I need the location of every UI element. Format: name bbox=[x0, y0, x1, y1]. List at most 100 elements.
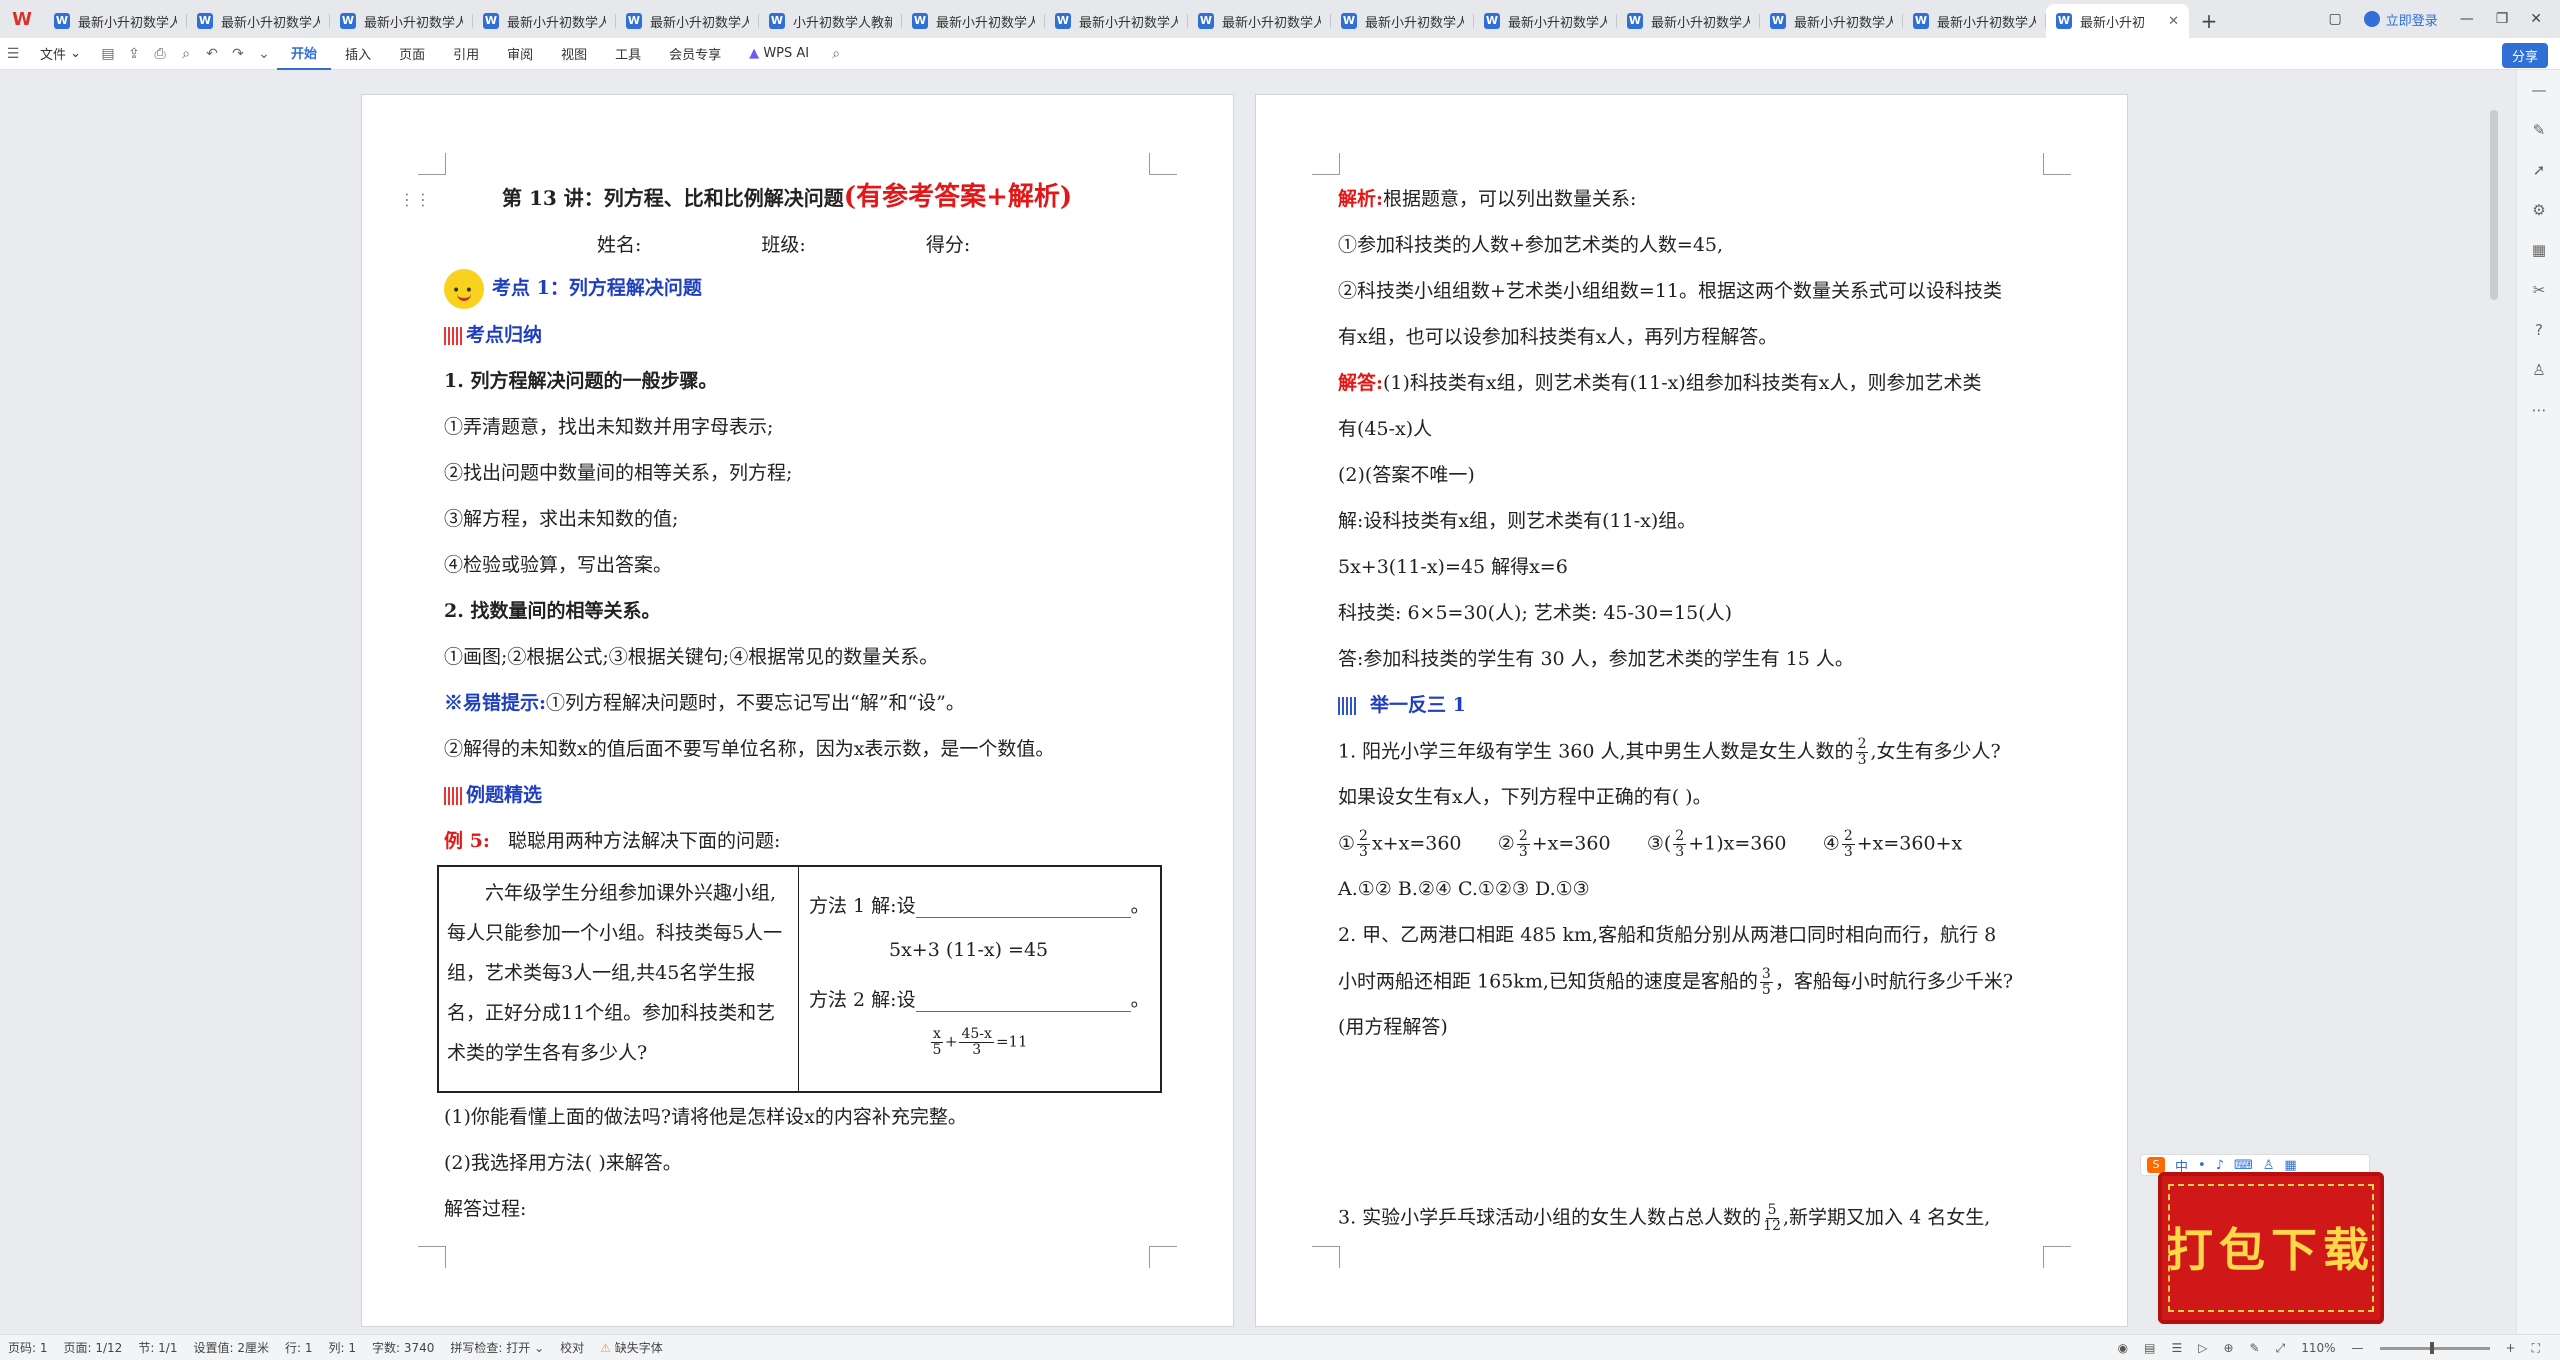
document-page-2[interactable]: 解析:根据题意，可以列出数量关系: ①参加科技类的人数+参加艺术类的人数=45,… bbox=[1255, 94, 2128, 1327]
drag-handle-icon[interactable]: ⋮⋮ bbox=[399, 190, 431, 209]
doc-tab[interactable]: W 最新小升初数学人... bbox=[1331, 4, 1474, 38]
fraction: 45-x 3 bbox=[959, 1026, 994, 1058]
fraction: 23 bbox=[1516, 828, 1530, 860]
collapse-icon[interactable]: — bbox=[2517, 70, 2560, 110]
spell-label: 拼写检查: 打开 bbox=[450, 1341, 531, 1355]
download-banner[interactable]: 打包下载 bbox=[2158, 1172, 2384, 1324]
answer-blank[interactable] bbox=[915, 900, 1131, 918]
status-section[interactable]: 节: 1/1 bbox=[130, 1339, 185, 1356]
login-button[interactable]: 立即登录 bbox=[2363, 10, 2438, 29]
edit-icon[interactable]: ✎ bbox=[2250, 1341, 2260, 1355]
layout-icon[interactable]: ▦ bbox=[2517, 230, 2560, 270]
doc-tab[interactable]: W 小升初数学人教新... bbox=[759, 4, 902, 38]
doc-tab[interactable]: W 最新小升初数学人... bbox=[1045, 4, 1188, 38]
print-icon[interactable]: ⎙ bbox=[147, 46, 173, 62]
minimize-icon[interactable]: — bbox=[2460, 11, 2474, 27]
redo-icon[interactable]: ↷ bbox=[225, 46, 251, 62]
outline-icon[interactable]: ☰ bbox=[2171, 1341, 2182, 1355]
close-icon[interactable]: ✕ bbox=[2168, 14, 2179, 29]
doc-tab-active[interactable]: W 最新小升初 ✕ bbox=[2046, 4, 2189, 38]
tab-view[interactable]: 视图 bbox=[547, 38, 601, 70]
document-page-1[interactable]: 第 13 讲：列方程、比和比例解决问题(有参考答案+解析) 姓名: 班级: 得分: … bbox=[361, 94, 1234, 1327]
download-banner-text: 打包下载 bbox=[2167, 1223, 2375, 1277]
doc-tab[interactable]: W 最新小升初数学人... bbox=[187, 4, 330, 38]
preview-icon[interactable]: ⌕ bbox=[173, 46, 199, 62]
view-controls: ◉ ▤ ☰ ▷ ⊕ ✎ ⤢ 110% — + ⛶ bbox=[2118, 1335, 2540, 1360]
status-page[interactable]: 页码: 1 bbox=[0, 1339, 56, 1356]
spell-check[interactable]: 拼写检查: 打开 ⌄ bbox=[442, 1339, 552, 1356]
status-row[interactable]: 行: 1 bbox=[277, 1339, 321, 1356]
tab-tools[interactable]: 工具 bbox=[601, 38, 655, 70]
margin-corner bbox=[1312, 1246, 1340, 1268]
web-icon[interactable]: ⊕ bbox=[2223, 1341, 2233, 1355]
pen-icon[interactable]: ✎ bbox=[2517, 110, 2560, 150]
wps-logo-icon[interactable]: W bbox=[0, 0, 44, 38]
export-icon[interactable]: ⇪ bbox=[121, 46, 147, 62]
search-icon[interactable]: ⌕ bbox=[823, 46, 849, 62]
jieda-text: (1)科技类有x组，则艺术类有(11-x)组参加科技类有x人，则参加艺术类 bbox=[1383, 372, 1982, 394]
doc-tab[interactable]: W 最新小升初数学人... bbox=[1903, 4, 2046, 38]
missing-font[interactable]: ⚠ 缺失字体 bbox=[592, 1339, 671, 1356]
doc-tab[interactable]: W 最新小升初数学人... bbox=[1474, 4, 1617, 38]
tab-reference[interactable]: 引用 bbox=[439, 38, 493, 70]
shirt-icon[interactable]: ♙ bbox=[2517, 350, 2560, 390]
undo-icon[interactable]: ↶ bbox=[199, 46, 225, 62]
tab-review[interactable]: 审阅 bbox=[493, 38, 547, 70]
zoom-in-icon[interactable]: + bbox=[2506, 1341, 2516, 1355]
play-icon[interactable]: ▷ bbox=[2198, 1341, 2207, 1355]
doc-tab[interactable]: W 最新小升初数学人... bbox=[1760, 4, 1903, 38]
problem-1-question: 如果设女生有x人，下列方程中正确的有( )。 bbox=[1338, 786, 1712, 808]
tab-label: 最新小升初数学人... bbox=[1937, 15, 2036, 31]
status-words[interactable]: 字数: 3740 bbox=[364, 1339, 442, 1356]
restore-icon[interactable]: ❐ bbox=[2496, 11, 2509, 27]
zoom-level[interactable]: 110% bbox=[2301, 1341, 2335, 1355]
zoom-out-icon[interactable]: — bbox=[2352, 1341, 2364, 1355]
settings-icon[interactable]: ⚙ bbox=[2517, 190, 2560, 230]
fraction: 23 bbox=[1855, 736, 1869, 768]
doc-tab[interactable]: W 最新小升初数学人... bbox=[1188, 4, 1331, 38]
help-icon[interactable]: ? bbox=[2517, 310, 2560, 350]
new-tab-button[interactable]: + bbox=[2189, 4, 2229, 38]
tab-label: 最新小升初数学人... bbox=[364, 15, 463, 31]
save-icon[interactable]: ▤ bbox=[95, 46, 121, 62]
doc-tab[interactable]: W 最新小升初数学人... bbox=[1617, 4, 1760, 38]
doc-tab[interactable]: W 最新小升初数学人... bbox=[44, 4, 187, 38]
answer-blank[interactable] bbox=[915, 994, 1131, 1012]
vertical-scrollbar[interactable] bbox=[2490, 110, 2498, 300]
doc-tab[interactable]: W 最新小升初数学人... bbox=[473, 4, 616, 38]
problem-1-options: ① 2 3 x+x=360 ② 2 3 +x=360 ③(2 3 +1)x=360 ④ 2 3 +x=… bbox=[1338, 828, 1963, 860]
class-label: 班级: bbox=[761, 234, 806, 256]
fit-icon[interactable]: ⤢ bbox=[2276, 1341, 2286, 1356]
doc-tab[interactable]: W 最新小升初数学人... bbox=[330, 4, 473, 38]
page-view-icon[interactable]: ▤ bbox=[2144, 1341, 2155, 1355]
step-2: ②找出问题中数量间的相等关系，列方程; bbox=[444, 462, 793, 484]
window-close-icon[interactable]: ✕ bbox=[2530, 11, 2542, 27]
tab-insert[interactable]: 插入 bbox=[331, 38, 385, 70]
doc-tab[interactable]: W 最新小升初数学人... bbox=[616, 4, 759, 38]
select-icon[interactable]: ➚ bbox=[2517, 150, 2560, 190]
tab-list-icon[interactable]: ▢ bbox=[2328, 11, 2341, 27]
more-icon[interactable]: ⋯ bbox=[2517, 390, 2560, 430]
tab-page[interactable]: 页面 bbox=[385, 38, 439, 70]
status-proof[interactable]: 校对 bbox=[552, 1339, 592, 1356]
fullscreen-icon[interactable]: ⛶ bbox=[2532, 1341, 2540, 1356]
share-button[interactable]: 分享 bbox=[2501, 43, 2548, 68]
tools-icon[interactable]: ✂ bbox=[2517, 270, 2560, 310]
menu-icon[interactable]: ☰ bbox=[0, 46, 26, 62]
zoom-slider[interactable] bbox=[2379, 1341, 2490, 1354]
chevron-down-icon[interactable]: ⌄ bbox=[251, 46, 277, 62]
status-setting[interactable]: 设置值: 2厘米 bbox=[185, 1339, 277, 1356]
wps-ai-label: WPS AI bbox=[763, 46, 810, 61]
status-col[interactable]: 列: 1 bbox=[320, 1339, 364, 1356]
eye-icon[interactable]: ◉ bbox=[2118, 1341, 2128, 1355]
jieda-label: 解答: bbox=[1338, 372, 1384, 394]
tab-member[interactable]: 会员专享 bbox=[655, 38, 735, 70]
doc-tab[interactable]: W 最新小升初数学人... bbox=[902, 4, 1045, 38]
answer-7: 5x+3(11-x)=45 解得x=6 bbox=[1338, 556, 1568, 578]
analysis-1: ①参加科技类的人数+参加艺术类的人数=45, bbox=[1338, 234, 1724, 256]
section-label: 举一反三 1 bbox=[1370, 694, 1466, 716]
wps-ai-button[interactable]: ▲ WPS AI bbox=[735, 38, 823, 70]
file-menu[interactable]: 文件 ⌄ bbox=[26, 38, 95, 70]
status-pages[interactable]: 页面: 1/12 bbox=[56, 1339, 131, 1356]
tab-start[interactable]: 开始 bbox=[277, 38, 332, 70]
